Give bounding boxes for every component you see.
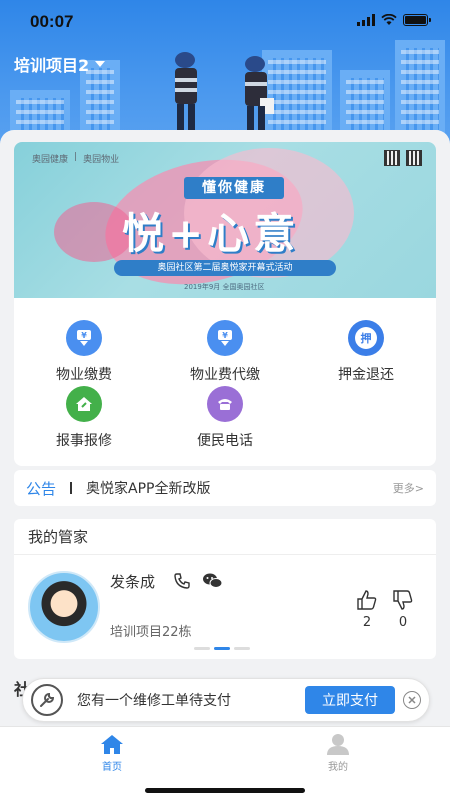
battery-icon: [403, 14, 431, 26]
deposit-icon: 押: [348, 320, 384, 356]
tab-label: 首页: [102, 762, 122, 773]
banner-logos: 奥园健康 | 奥园物业: [32, 152, 120, 165]
user-icon: [327, 734, 349, 755]
project-selector[interactable]: 培训项目2: [14, 52, 106, 76]
banner-title: 悦+心意: [122, 209, 300, 258]
workers-illustration: [175, 52, 274, 134]
pay-now-button[interactable]: 立即支付: [305, 686, 395, 714]
service-label: 物业费代缴: [190, 367, 260, 383]
qr-code-icon: [406, 150, 422, 166]
signal-icon: [357, 14, 375, 26]
service-label: 便民电话: [197, 433, 253, 449]
yen-down-icon: ¥: [207, 320, 243, 356]
wifi-icon: [381, 14, 397, 25]
pending-payment-text: 您有一个维修工单待支付: [77, 693, 231, 709]
avatar: [28, 571, 100, 643]
banner-logo-right: 奥园物业: [83, 155, 120, 165]
service-repair-report[interactable]: 报事报修: [14, 386, 154, 450]
home-icon: [101, 735, 123, 754]
banner-subtitle: 奥园社区第二届奥悦家开幕式活动: [114, 260, 336, 276]
like-count: 2: [362, 615, 372, 630]
main-content: 奥园健康 | 奥园物业 懂你健康 悦+心意 奥园社区第二届奥悦家开幕式活动 20…: [0, 130, 450, 730]
dislike-button[interactable]: 0: [390, 589, 416, 630]
banner-tag: 懂你健康: [184, 177, 284, 199]
dislike-count: 0: [398, 615, 408, 630]
announcement-bar[interactable]: 公告 奥悦家APP全新改版 更多>: [14, 470, 436, 506]
qr-code-icon: [384, 150, 400, 166]
carousel-indicator: [194, 647, 250, 650]
announcement-tag: 公告: [26, 479, 57, 498]
home-indicator: [145, 788, 305, 793]
banner-date: 2019年9月 全国奥园社区: [184, 283, 265, 291]
pending-payment-bar: 您有一个维修工单待支付 立即支付: [22, 678, 430, 722]
steward-name: 发条成: [110, 573, 156, 591]
service-property-payment[interactable]: ¥ 物业缴费: [14, 320, 154, 384]
yen-down-icon: ¥: [66, 320, 102, 356]
service-label: 物业缴费: [56, 367, 112, 383]
status-bar: 00:07: [0, 0, 450, 44]
deposit-glyph: 押: [355, 327, 377, 349]
divider: [70, 482, 73, 494]
top-card: 奥园健康 | 奥园物业 懂你健康 悦+心意 奥园社区第二届奥悦家开幕式活动 20…: [14, 142, 436, 466]
svg-text:¥: ¥: [222, 331, 228, 340]
announcement-text[interactable]: 奥悦家APP全新改版: [86, 478, 393, 498]
more-link[interactable]: 更多>: [393, 480, 424, 496]
close-icon[interactable]: [403, 691, 421, 709]
steward-project: 培训项目22栋: [110, 625, 192, 640]
service-deposit-refund[interactable]: 押 押金退还: [296, 320, 436, 384]
service-label: 押金退还: [338, 367, 394, 383]
wrench-icon: [31, 684, 63, 716]
like-button[interactable]: 2: [354, 589, 380, 630]
svg-text:¥: ¥: [81, 331, 87, 340]
chevron-down-icon: [95, 61, 106, 67]
thumbs-up-icon: [357, 590, 377, 610]
service-convenience-phone[interactable]: 便民电话: [155, 386, 295, 450]
tab-mine[interactable]: 我的: [308, 733, 368, 773]
promo-banner[interactable]: 奥园健康 | 奥园物业 懂你健康 悦+心意 奥园社区第二届奥悦家开幕式活动 20…: [14, 142, 436, 298]
service-proxy-payment[interactable]: ¥ 物业费代缴: [155, 320, 295, 384]
thumbs-down-icon: [393, 590, 413, 610]
phone-icon[interactable]: [172, 571, 192, 591]
tab-home[interactable]: 首页: [82, 733, 142, 773]
steward-card: 我的管家 发条成 培训项目22栋 2 0: [14, 519, 436, 659]
telephone-icon: [207, 386, 243, 422]
project-name: 培训项目2: [14, 56, 90, 75]
steward-section-title: 我的管家: [14, 519, 436, 555]
status-time: 00:07: [30, 12, 74, 31]
banner-logo-left: 奥园健康: [32, 155, 69, 165]
wechat-icon[interactable]: [202, 571, 224, 591]
service-label: 报事报修: [56, 433, 112, 449]
house-repair-icon: [66, 386, 102, 422]
tab-label: 我的: [328, 762, 348, 773]
